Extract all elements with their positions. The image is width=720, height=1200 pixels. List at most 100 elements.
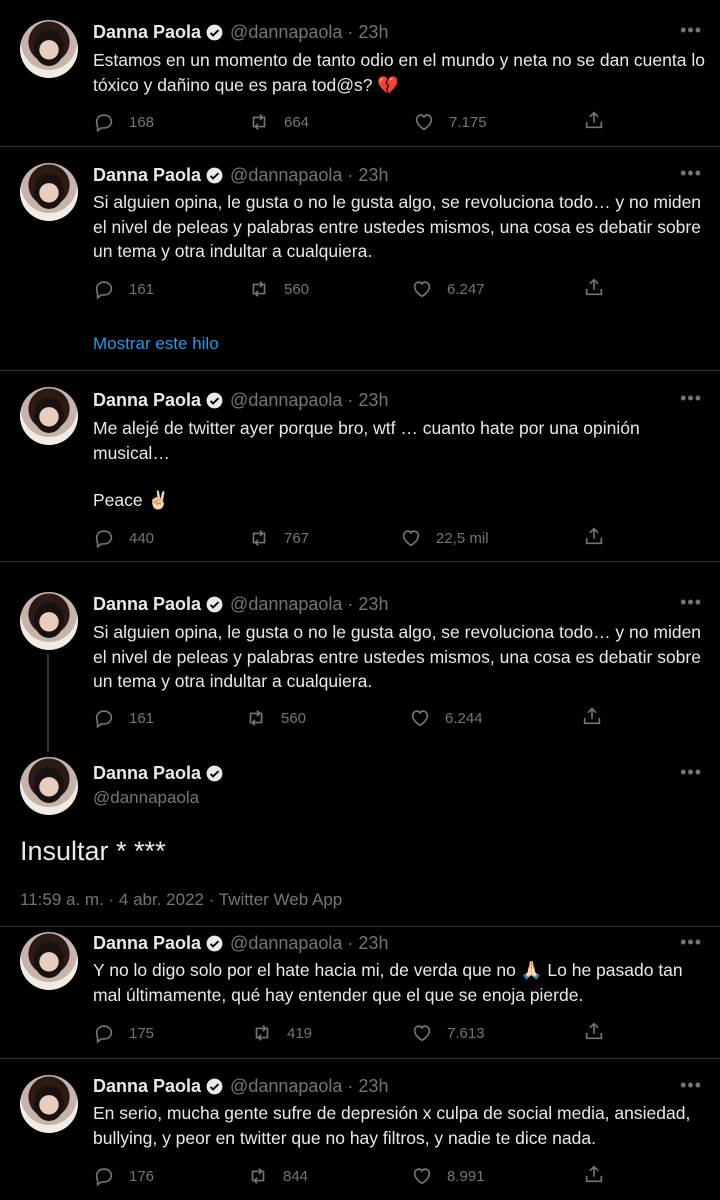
heart-icon (413, 1168, 431, 1185)
like-count: 7.175 (449, 113, 487, 131)
like-count: 6.244 (445, 709, 483, 727)
tweet-timestamp[interactable]: 11:59 a. m. · 4 abr. 2022 · Twitter Web … (20, 890, 342, 910)
author-name[interactable]: Danna Paola (93, 933, 201, 954)
retweet-icon (252, 281, 266, 297)
tweet-time[interactable]: 23h (358, 594, 388, 615)
avatar[interactable] (20, 163, 78, 221)
like-button[interactable]: 7.613 (411, 1022, 485, 1044)
reply-button[interactable]: 161 (93, 707, 154, 729)
separator-dot: · (342, 165, 359, 185)
more-icon[interactable]: ••• (680, 163, 702, 184)
separator-dot: · (342, 1076, 359, 1096)
like-count: 8.991 (447, 1167, 485, 1185)
more-icon[interactable]: ••• (680, 1075, 702, 1096)
avatar[interactable] (20, 387, 78, 445)
more-icon[interactable]: ••• (680, 20, 702, 41)
retweet-count: 560 (281, 709, 307, 727)
tweet-time[interactable]: 23h (358, 390, 388, 411)
share-icon (585, 1165, 603, 1183)
retweet-icon (255, 1025, 269, 1041)
author-name[interactable]: Danna Paola (93, 22, 201, 43)
tweet-actions: 440 767 22,5 mil (93, 526, 613, 550)
retweet-button[interactable]: 560 (245, 707, 306, 729)
heart-icon (413, 1025, 431, 1042)
like-button[interactable]: 7.175 (413, 111, 487, 133)
share-button[interactable] (583, 1163, 605, 1189)
heart-icon (415, 114, 433, 131)
author-handle[interactable]: @dannapaola (230, 22, 342, 43)
avatar[interactable] (20, 932, 78, 990)
author-handle[interactable]: @dannapaola (230, 390, 342, 411)
tweet-actions: 176 844 8.991 (93, 1164, 613, 1188)
more-icon[interactable]: ••• (680, 592, 702, 613)
author-handle[interactable]: @dannapaola (230, 933, 342, 954)
retweet-count: 844 (283, 1167, 309, 1185)
tweet-header: Danna Paola @dannapaola · 23h (93, 22, 388, 43)
author-handle[interactable]: @dannapaola (93, 788, 199, 808)
avatar[interactable] (20, 757, 78, 815)
reply-count: 175 (129, 1024, 155, 1042)
share-button[interactable] (581, 705, 603, 731)
tweet-time[interactable]: 23h (358, 22, 388, 43)
reply-button[interactable]: 440 (93, 527, 154, 549)
more-icon[interactable]: ••• (680, 762, 702, 783)
share-button[interactable] (583, 525, 605, 551)
author-handle[interactable]: @dannapaola (230, 165, 342, 186)
reply-button[interactable]: 161 (93, 278, 154, 300)
tweet-time[interactable]: 23h (358, 165, 388, 186)
retweet-button[interactable]: 560 (248, 278, 309, 300)
tweet-text: Y no lo digo solo por el hate hacia mi, … (93, 960, 683, 1005)
tweet-conversation[interactable]: Danna Paola @dannapaola · 23h ••• Si alg… (0, 562, 720, 927)
reply-count: 161 (129, 709, 155, 727)
reply-icon (95, 530, 113, 549)
thread-line (47, 654, 49, 752)
avatar[interactable] (20, 592, 78, 650)
author-handle[interactable]: @dannapaola (230, 594, 342, 615)
reply-icon (95, 1025, 113, 1044)
more-icon[interactable]: ••• (680, 932, 702, 953)
avatar[interactable] (20, 20, 78, 78)
share-button[interactable] (583, 276, 605, 302)
share-button[interactable] (583, 1020, 605, 1046)
tweet[interactable]: Danna Paola @dannapaola · 23h ••• En ser… (0, 1059, 720, 1200)
reply-button[interactable]: 168 (93, 111, 154, 133)
tweet-actions: 161 560 6.244 (93, 706, 613, 730)
author-handle[interactable]: @dannapaola (230, 1076, 342, 1097)
verified-badge-icon (206, 392, 223, 409)
author-name[interactable]: Danna Paola (93, 763, 201, 784)
tweet-text: Me alejé de twitter ayer porque bro, wtf… (93, 418, 640, 463)
tweet[interactable]: Danna Paola @dannapaola · 23h ••• Si alg… (0, 147, 720, 371)
like-button[interactable]: 6.244 (409, 707, 483, 729)
reply-button[interactable]: 175 (93, 1022, 154, 1044)
reply-button[interactable]: 176 (93, 1165, 154, 1187)
reply-count: 176 (129, 1167, 155, 1185)
share-button[interactable] (583, 109, 605, 135)
tweet-actions: 175 419 7.613 (93, 1021, 613, 1045)
retweet-button[interactable]: 664 (248, 111, 309, 133)
separator-dot: · (342, 594, 359, 614)
tweet[interactable]: Danna Paola @dannapaola · 23h ••• Estamo… (0, 0, 720, 147)
retweet-button[interactable]: 419 (251, 1022, 312, 1044)
like-button[interactable]: 22,5 mil (400, 527, 489, 549)
tweet[interactable]: Danna Paola @dannapaola · 23h ••• Me ale… (0, 371, 720, 562)
reply-count: 440 (129, 529, 155, 547)
like-button[interactable]: 8.991 (411, 1165, 485, 1187)
retweet-button[interactable]: 767 (248, 527, 309, 549)
tweet-text: En serio, mucha gente sufre de depresión… (93, 1103, 691, 1148)
avatar[interactable] (20, 1075, 78, 1133)
tweet-time[interactable]: 23h (358, 1076, 388, 1097)
heart-icon (402, 530, 420, 547)
author-name[interactable]: Danna Paola (93, 165, 201, 186)
tweet[interactable]: Danna Paola @dannapaola · 23h ••• Y no l… (0, 927, 720, 1059)
tweet-header: Danna Paola (93, 763, 230, 784)
author-name[interactable]: Danna Paola (93, 1076, 201, 1097)
author-name[interactable]: Danna Paola (93, 390, 201, 411)
more-icon[interactable]: ••• (680, 388, 702, 409)
like-count: 6.247 (447, 280, 485, 298)
author-name[interactable]: Danna Paola (93, 594, 201, 615)
tweet-text: Si alguien opina, le gusta o no le gusta… (93, 622, 702, 691)
show-thread-link[interactable]: Mostrar este hilo (93, 334, 219, 354)
like-button[interactable]: 6.247 (411, 278, 485, 300)
retweet-button[interactable]: 844 (247, 1165, 308, 1187)
tweet-time[interactable]: 23h (358, 933, 388, 954)
